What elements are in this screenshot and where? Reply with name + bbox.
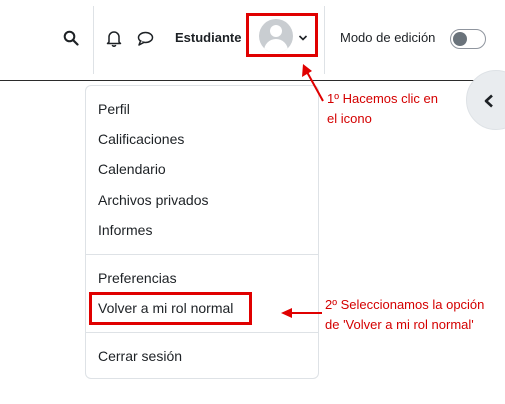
annotation-arrows	[281, 64, 324, 318]
arrow-step2	[281, 308, 322, 318]
arrow-step1	[302, 64, 324, 102]
